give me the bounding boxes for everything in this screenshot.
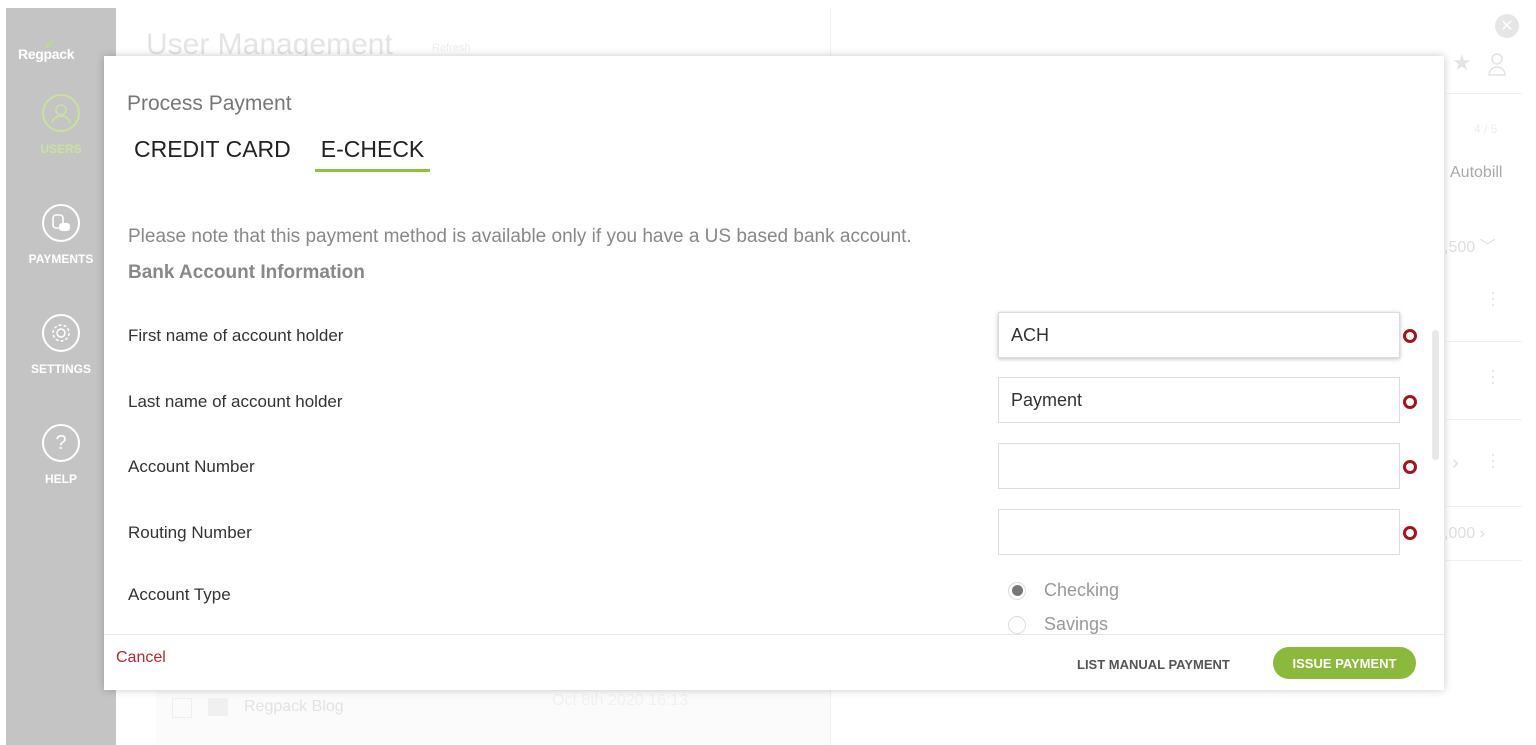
tab-e-check[interactable]: E-CHECK xyxy=(314,136,431,172)
sidebar-item-payments[interactable]: PAYMENTS xyxy=(6,204,116,266)
refresh-link[interactable]: Refresh xyxy=(432,42,471,54)
cancel-button[interactable]: Cancel xyxy=(116,649,166,667)
process-payment-modal: Process Payment CREDIT CARD E-CHECK Plea… xyxy=(104,56,1444,690)
user-icon xyxy=(42,94,80,132)
form-scroll-area: Please note that this payment method is … xyxy=(104,206,1444,634)
us-bank-note: Please note that this payment method is … xyxy=(128,226,912,247)
routing-number-label: Routing Number xyxy=(128,523,252,542)
required-icon xyxy=(1403,460,1417,474)
modal-footer: Cancel LIST MANUAL PAYMENT ISSUE PAYMENT xyxy=(104,634,1444,690)
scrollbar[interactable] xyxy=(1432,330,1439,460)
autobill-label: Autobill xyxy=(1450,164,1503,181)
account-number-input[interactable] xyxy=(998,443,1400,489)
sidebar-item-label: HELP xyxy=(44,472,77,486)
sidebar-item-help[interactable]: ? HELP xyxy=(6,424,116,486)
radio-button[interactable] xyxy=(1008,615,1026,634)
required-icon xyxy=(1403,526,1417,540)
sidebar: ✓ Regpack USERS PAYMENTS SETTINGS ? HELP xyxy=(6,8,116,745)
chevron-right-icon[interactable]: › xyxy=(1452,452,1459,475)
divider xyxy=(1446,506,1522,507)
first-name-input[interactable] xyxy=(998,312,1400,358)
account-number-label: Account Number xyxy=(128,457,255,476)
section-title: Bank Account Information xyxy=(128,262,365,283)
radio-savings[interactable]: Savings xyxy=(1008,614,1108,634)
regpack-logo: ✓ Regpack xyxy=(18,36,75,62)
divider xyxy=(1446,341,1522,342)
routing-number-input[interactable] xyxy=(998,509,1400,555)
close-icon[interactable]: ✕ xyxy=(1495,14,1519,38)
sidebar-item-label: USERS xyxy=(40,142,82,156)
required-icon xyxy=(1403,329,1417,343)
divider xyxy=(1446,93,1522,94)
list-manual-payment-button[interactable]: LIST MANUAL PAYMENT xyxy=(1077,657,1230,672)
payment-method-tabs: CREDIT CARD E-CHECK xyxy=(134,136,442,172)
star-icon[interactable]: ★ xyxy=(1452,50,1472,76)
chevron-right-icon[interactable]: › xyxy=(1480,525,1485,542)
modal-title: Process Payment xyxy=(127,92,292,115)
amount-text: ,500 ﹀ xyxy=(1444,239,1496,256)
gear-icon xyxy=(42,314,80,352)
last-name-input[interactable] xyxy=(998,377,1400,423)
account-type-label: Account Type xyxy=(128,585,231,604)
question-icon: ? xyxy=(42,424,80,462)
more-options-icon[interactable]: ⋯ xyxy=(1483,290,1503,309)
first-name-label: First name of account holder xyxy=(128,326,344,345)
divider xyxy=(1446,560,1522,561)
divider xyxy=(1446,419,1522,420)
last-name-label: Last name of account holder xyxy=(128,392,343,411)
sidebar-item-label: SETTINGS xyxy=(30,362,91,376)
comment-icon xyxy=(208,698,228,716)
sidebar-item-label: PAYMENTS xyxy=(28,252,94,266)
radio-label: Savings xyxy=(1044,614,1109,634)
row-checkbox[interactable] xyxy=(172,698,192,718)
required-icon xyxy=(1403,395,1417,409)
list-item[interactable]: Regpack Blog Oct 8th 2020 16:13 xyxy=(156,690,830,745)
issue-payment-button[interactable]: ISSUE PAYMENT xyxy=(1273,647,1416,679)
chevron-down-icon[interactable]: ﹀ xyxy=(1480,239,1496,256)
sidebar-item-users[interactable]: USERS xyxy=(6,94,116,156)
checkmark-icon: ✓ xyxy=(44,36,56,52)
tab-credit-card[interactable]: CREDIT CARD xyxy=(134,136,297,172)
more-options-icon[interactable]: ⋯ xyxy=(1483,368,1503,387)
sidebar-item-settings[interactable]: SETTINGS xyxy=(6,314,116,376)
counter-text: 4 / 5 xyxy=(1474,122,1498,136)
more-options-icon[interactable]: ⋯ xyxy=(1483,452,1503,471)
radio-button[interactable] xyxy=(1008,581,1026,600)
radio-label: Checking xyxy=(1044,580,1120,600)
radio-checking[interactable]: Checking xyxy=(1008,580,1119,601)
user-icon[interactable] xyxy=(1488,52,1506,82)
amount-text: ,000 › xyxy=(1444,525,1485,542)
coins-icon xyxy=(42,204,80,242)
row-name: Regpack Blog xyxy=(244,698,344,715)
row-date: Oct 8th 2020 16:13 xyxy=(552,692,689,709)
